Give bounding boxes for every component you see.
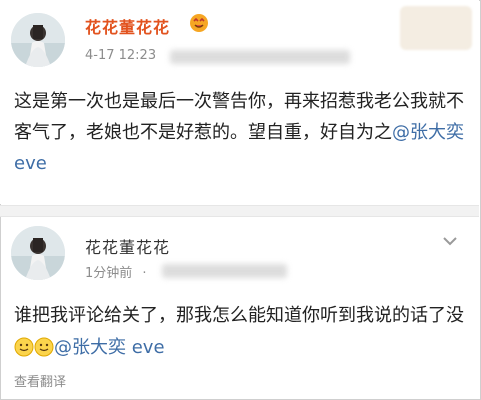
avatar[interactable] xyxy=(11,226,65,280)
redacted-patch xyxy=(400,6,472,50)
post-body: 谁把我评论给关了，那我怎么能知道你听到我说的话了没 @张大奕 eve xyxy=(14,300,469,364)
post-timestamp: 1分钟前 · xyxy=(85,262,147,281)
avatar-photo-icon xyxy=(11,13,65,67)
translate-link[interactable]: 查看翻译 xyxy=(14,371,66,390)
vip-emoji-icon xyxy=(190,14,208,32)
device-source-redacted xyxy=(162,264,287,278)
device-source-redacted xyxy=(170,50,350,64)
timestamp-text: 1分钟前 xyxy=(85,266,133,281)
avatar[interactable] xyxy=(11,13,65,67)
post-body: 这是第一次也是最后一次警告你，再来招惹我老公我就不客气了，老娘也不是好惹的。望自… xyxy=(14,86,469,179)
avatar-photo-icon xyxy=(11,226,65,280)
chevron-down-icon[interactable] xyxy=(442,236,458,246)
post-body-text: 谁把我评论给关了，那我怎么能知道你听到我说的话了没 xyxy=(14,305,464,326)
meta-separator: · xyxy=(142,266,147,281)
weibo-post-1: 花花董花花 4-17 12:23 这是第一次也是最后一次警告你，再来招惹我老公我… xyxy=(0,0,479,204)
username[interactable]: 花花董花花 xyxy=(85,14,170,38)
username[interactable]: 花花董花花 xyxy=(85,234,170,258)
post-divider xyxy=(0,205,479,217)
post-timestamp: 4-17 12:23 xyxy=(85,48,157,63)
smile-emoji-icon xyxy=(14,337,34,357)
mention-link[interactable]: @张大奕 eve xyxy=(54,337,165,358)
smile-emoji-icon xyxy=(34,337,54,357)
